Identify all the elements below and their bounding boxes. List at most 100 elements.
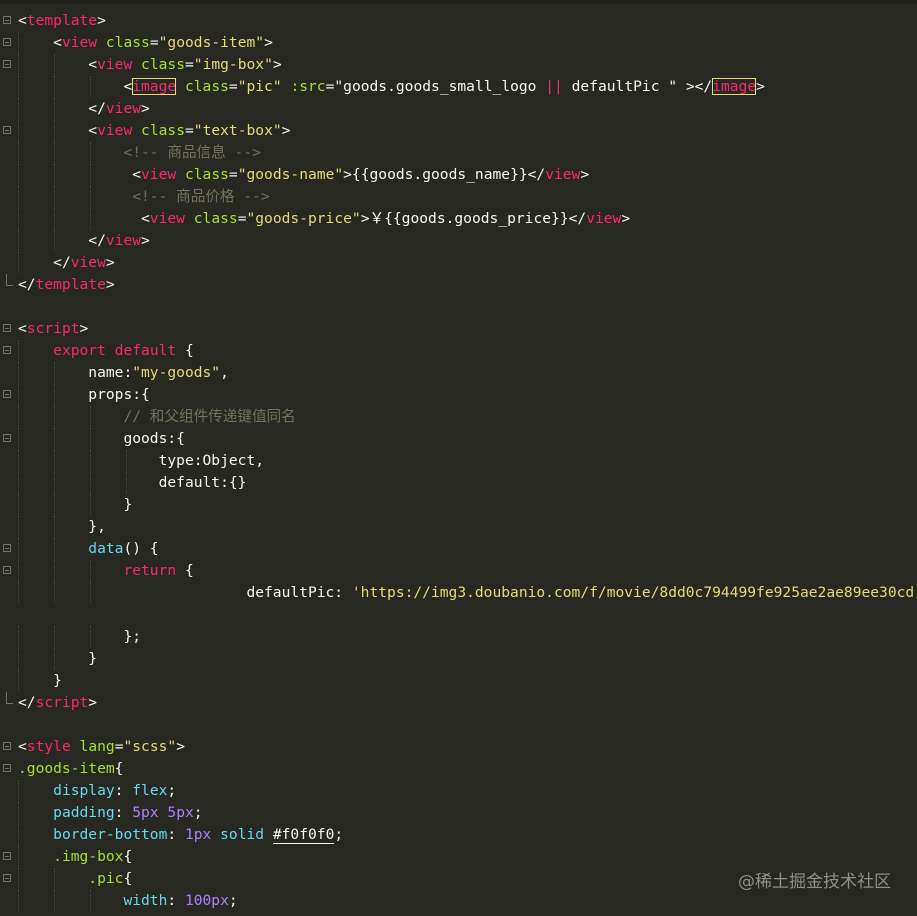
indent-guide — [54, 582, 55, 604]
fold-toggle-icon[interactable] — [3, 544, 11, 552]
code-line[interactable] — [0, 714, 917, 736]
code-line[interactable]: // 和父组件传递键值同名 — [0, 406, 917, 428]
fold-toggle-icon[interactable] — [3, 126, 11, 134]
indent-guide — [18, 54, 19, 76]
code-token: goods:{ — [123, 430, 185, 447]
code-editor[interactable]: <template> <view class="goods-item"> <vi… — [0, 10, 917, 912]
code-line[interactable]: <view class="goods-item"> — [0, 32, 917, 54]
fold-toggle-icon[interactable] — [3, 434, 11, 442]
code-token: ; — [193, 804, 203, 821]
fold-toggle-icon[interactable] — [3, 38, 11, 46]
code-token: view — [141, 166, 177, 183]
code-line[interactable]: <view class="goods-price">￥{{goods.goods… — [0, 208, 917, 230]
code-line[interactable]: <script> — [0, 318, 917, 340]
indent-guide — [54, 406, 55, 428]
code-line[interactable]: </view> — [0, 230, 917, 252]
code-line[interactable]: type:Object, — [0, 450, 917, 472]
fold-toggle-icon[interactable] — [3, 874, 11, 882]
fold-toggle-icon[interactable] — [3, 324, 11, 332]
code-token: solid — [220, 826, 265, 843]
indent-guide — [90, 406, 91, 428]
code-line[interactable]: </view> — [0, 252, 917, 274]
code-token: name: — [88, 364, 133, 381]
code-line[interactable]: width: 100px; — [0, 890, 917, 912]
code-token: < — [18, 320, 27, 337]
fold-toggle-icon[interactable] — [3, 742, 11, 750]
fold-toggle-icon[interactable] — [3, 764, 11, 772]
code-line[interactable]: export default { — [0, 340, 917, 362]
indent-guide — [90, 208, 91, 230]
code-token: ="goods.goods_small_logo — [325, 78, 546, 95]
code-line[interactable]: display: flex; — [0, 780, 917, 802]
fold-toggle-icon[interactable] — [3, 16, 11, 24]
fold-toggle-icon[interactable] — [3, 390, 11, 398]
fold-toggle-icon[interactable] — [3, 566, 11, 574]
indent-guide — [126, 472, 127, 494]
code-token: > — [580, 166, 590, 183]
code-line[interactable]: padding: 5px 5px; — [0, 802, 917, 824]
code-line[interactable]: <image class="pic" :src="goods.goods_sma… — [0, 76, 917, 98]
indent-guide — [54, 538, 55, 560]
code-token: < — [88, 56, 98, 73]
code-line[interactable]: <style lang="scss"> — [0, 736, 917, 758]
code-token: = — [184, 56, 194, 73]
code-line[interactable] — [0, 604, 917, 626]
code-token: 1px — [184, 826, 212, 843]
code-line[interactable]: data() { — [0, 538, 917, 560]
fold-toggle-icon[interactable] — [3, 346, 11, 354]
code-token: </ — [88, 100, 106, 117]
code-token: < — [18, 738, 27, 755]
indent-guide — [18, 560, 19, 582]
code-line[interactable]: name:"my-goods", — [0, 362, 917, 384]
code-line[interactable] — [0, 296, 917, 318]
indent-guide — [90, 76, 91, 98]
code-line[interactable]: } — [0, 648, 917, 670]
code-token: < — [123, 78, 133, 95]
indent-guide — [18, 164, 19, 186]
code-line[interactable]: } — [0, 670, 917, 692]
indent-guide — [54, 890, 55, 912]
code-token: > — [105, 254, 115, 271]
code-line[interactable]: return { — [0, 560, 917, 582]
code-line[interactable]: goods:{ — [0, 428, 917, 450]
indent-guide — [54, 54, 55, 76]
code-line[interactable]: props:{ — [0, 384, 917, 406]
indent-guide — [18, 846, 19, 868]
code-token: { — [123, 870, 133, 887]
code-line[interactable]: <view class="text-box"> — [0, 120, 917, 142]
code-line[interactable]: <template> — [0, 10, 917, 32]
code-line[interactable]: <!-- 商品信息 --> — [0, 142, 917, 164]
code-line[interactable]: </template> — [0, 274, 917, 296]
code-token: "scss" — [123, 738, 177, 755]
code-token: view — [545, 166, 581, 183]
indent-guide — [54, 450, 55, 472]
code-line[interactable]: <!-- 商品价格 --> — [0, 186, 917, 208]
indent-guide — [90, 582, 91, 604]
code-line[interactable]: border-bottom: 1px solid #f0f0f0; — [0, 824, 917, 846]
code-line[interactable]: }, — [0, 516, 917, 538]
code-line[interactable]: <view class="img-box"> — [0, 54, 917, 76]
code-line[interactable]: <view class="goods-name">{{goods.goods_n… — [0, 164, 917, 186]
code-token: 5px — [132, 804, 159, 821]
code-token: .goods-item — [18, 760, 115, 777]
code-line[interactable]: defaultPic: 'https://img3.doubanio.com/f… — [0, 582, 917, 604]
fold-toggle-icon[interactable] — [3, 60, 11, 68]
code-line[interactable]: .goods-item{ — [0, 758, 917, 780]
code-line[interactable]: </view> — [0, 98, 917, 120]
code-line[interactable]: .img-box{ — [0, 846, 917, 868]
code-line[interactable]: } — [0, 494, 917, 516]
code-token: view — [97, 122, 133, 139]
code-line[interactable]: }; — [0, 626, 917, 648]
code-line[interactable]: </script> — [0, 692, 917, 714]
fold-toggle-icon[interactable] — [3, 852, 11, 860]
code-token: "goods-price" — [246, 210, 361, 227]
code-token: = — [228, 166, 238, 183]
code-line[interactable]: default:{} — [0, 472, 917, 494]
